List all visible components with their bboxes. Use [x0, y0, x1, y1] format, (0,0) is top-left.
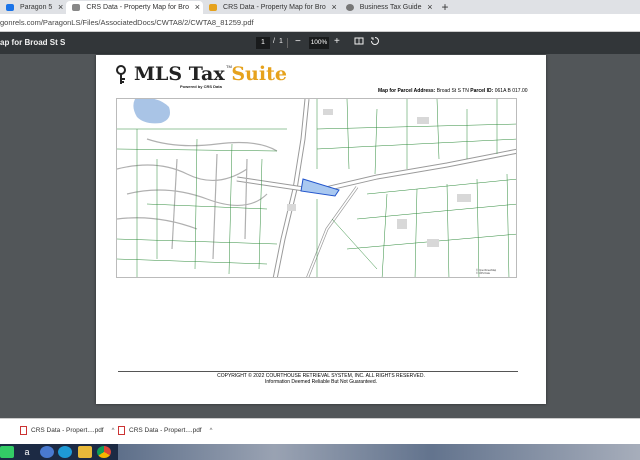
chrome-icon[interactable] [97, 446, 111, 458]
windows-taskbar: a [0, 444, 640, 460]
download-item[interactable]: CRS Data - Propert....pdf ^ [20, 426, 114, 435]
parcel-id-label: Parcel ID: [470, 88, 494, 94]
mail-icon[interactable] [40, 446, 54, 458]
pdf-file-icon [20, 426, 27, 435]
close-icon[interactable]: × [427, 2, 432, 12]
pdf-toolbar: ap for Broad St S 1 / 1 − 100% + [0, 32, 640, 54]
new-tab-button[interactable]: + [435, 1, 454, 14]
map-title: Map for Parcel Address: Broad St S TN Pa… [378, 88, 528, 94]
url-text[interactable]: gonrels.com/ParagonLS/Files/AssociatedDo… [0, 18, 254, 27]
parcel-id: 061A B 017.00 [493, 88, 528, 94]
pdf-title: ap for Broad St S [0, 38, 66, 47]
logo-trademark: TM [226, 64, 232, 69]
footer-rule [118, 371, 518, 372]
downloads-bar: CRS Data - Propert....pdf ^ CRS Data - Pr… [0, 418, 640, 444]
chevron-up-icon[interactable]: ^ [112, 428, 115, 434]
edge-icon[interactable] [58, 446, 72, 458]
tab-label: Paragon 5 [20, 4, 53, 11]
download-label: CRS Data - Propert....pdf [129, 427, 202, 435]
page-number-input[interactable]: 1 [256, 37, 270, 49]
page-separator: / [273, 38, 275, 45]
crs-icon [209, 4, 218, 11]
amazon-icon[interactable]: a [20, 446, 34, 458]
tab-label: CRS Data - Property Map for Bro [223, 4, 326, 11]
close-icon[interactable]: × [331, 2, 336, 12]
download-label: CRS Data - Propert....pdf [31, 427, 104, 435]
tab-paragon[interactable]: Paragon 5 × [0, 1, 66, 14]
map-attribution: © OpenStreetMap © CRS Data [476, 269, 496, 275]
map-attribution-line: © CRS Data [476, 272, 490, 275]
download-item[interactable]: CRS Data - Propert....pdf ^ [118, 426, 212, 435]
taskbar-background [118, 444, 640, 460]
logo-suite: Suite [231, 63, 287, 85]
tab-label: Business Tax Guide [359, 4, 422, 11]
logo-main: MLS Tax [134, 63, 232, 85]
pdf-page: MLS Tax Suite TM Powered by CRS Data Map… [96, 55, 546, 404]
globe-icon [345, 4, 354, 11]
paragon-icon [6, 4, 14, 11]
zoom-in-button[interactable]: + [334, 36, 340, 48]
tab-crs-data[interactable]: CRS Data - Property Map for Bro × [203, 1, 340, 14]
logo-tagline: Powered by CRS Data [180, 84, 222, 89]
mls-tax-suite-logo: MLS Tax Suite TM Powered by CRS Data [114, 63, 287, 91]
zoom-out-button[interactable]: − [295, 36, 301, 48]
cloud-icon [72, 4, 81, 11]
chevron-up-icon[interactable]: ^ [210, 428, 213, 434]
file-explorer-icon[interactable] [78, 446, 92, 458]
logo-wordmark: MLS Tax Suite [134, 63, 287, 85]
fit-page-icon[interactable] [354, 36, 364, 50]
disclaimer-text: Information Deemed Reliable But Not Guar… [264, 379, 377, 385]
tab-crs-data-active[interactable]: CRS Data - Property Map for Bro × [66, 1, 204, 14]
key-icon [116, 65, 126, 84]
zoom-level-input[interactable]: 100% [309, 37, 329, 49]
pdf-file-icon [118, 426, 125, 435]
tab-business-tax-guide[interactable]: Business Tax Guide × [340, 1, 436, 14]
parcel-map [116, 98, 517, 278]
toolbar-divider [287, 38, 288, 48]
map-address-label: Map for Parcel Address: [378, 88, 436, 94]
taskbar-app-icon[interactable] [0, 446, 14, 458]
close-icon[interactable]: × [195, 2, 200, 12]
tab-label: CRS Data - Property Map for Bro [86, 4, 190, 11]
water-body [133, 99, 170, 124]
close-icon[interactable]: × [58, 2, 63, 12]
address-bar[interactable]: gonrels.com/ParagonLS/Files/AssociatedDo… [0, 14, 640, 32]
rotate-icon[interactable] [370, 36, 380, 50]
map-address: Broad St S TN [435, 88, 471, 94]
parcel-map-drawing [117, 99, 516, 277]
page-total: 1 [279, 38, 283, 45]
tab-bar: Paragon 5 × CRS Data - Property Map for … [0, 0, 640, 14]
